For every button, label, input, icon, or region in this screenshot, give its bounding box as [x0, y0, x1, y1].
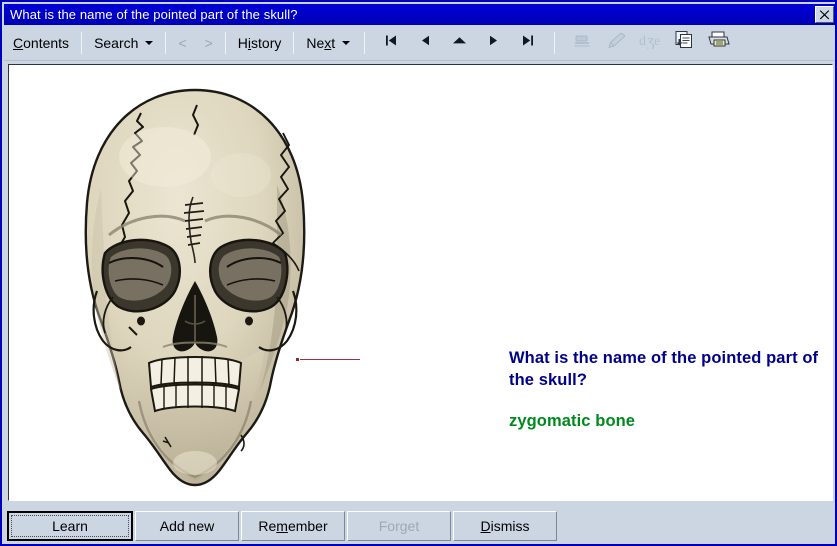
toolbar-button-next-page[interactable]	[476, 29, 510, 57]
forget-button[interactable]: Forget	[347, 510, 451, 541]
dze-text-icon: d Ʒ e	[639, 31, 663, 54]
toolbar-separator	[364, 31, 366, 54]
svg-text:d: d	[639, 34, 646, 49]
forget-button-label: Forget	[378, 517, 420, 534]
learn-button[interactable]: Learn	[7, 510, 133, 541]
forward-arrow-icon: >	[204, 34, 213, 51]
toolbar-button-back[interactable]: <	[169, 30, 195, 56]
toolbar-button-forward[interactable]: >	[196, 30, 222, 56]
toolbar-button-search-label: Search	[94, 34, 139, 51]
question-answer-block: What is the name of the pointed part of …	[509, 348, 819, 433]
toolbar-separator	[293, 31, 295, 54]
toolbar-separator	[81, 31, 83, 54]
pointer-line-stroke	[300, 359, 360, 360]
toolbar-button-dze[interactable]: d Ʒ e	[634, 29, 668, 57]
pointer-leader-line	[296, 358, 360, 361]
toolbar-button-search[interactable]: Search	[85, 30, 162, 56]
toolbar-button-first-page[interactable]	[374, 29, 408, 57]
skull-illustration	[45, 85, 345, 490]
toolbar-button-last-page[interactable]	[510, 29, 544, 57]
bottom-button-bar: Learn Add new Remember Forget Dismiss	[4, 505, 835, 544]
copy-icon	[674, 30, 696, 55]
add-new-button-label: Add new	[159, 517, 215, 534]
toolbar-separator	[165, 31, 167, 54]
up-page-icon	[451, 33, 468, 53]
toolbar-separator	[554, 31, 556, 54]
application-window: What is the name of the pointed part of …	[0, 0, 837, 546]
toolbar: Contents Search < > Hi story Next d Ʒ e	[4, 25, 835, 61]
toolbar-button-pen[interactable]	[600, 29, 634, 57]
answer-text: zygomatic bone	[509, 411, 636, 430]
toolbar-button-history[interactable]: Hi story	[229, 30, 291, 56]
previous-page-icon	[418, 33, 433, 53]
add-new-button[interactable]: Add new	[135, 510, 239, 541]
question-text: What is the name of the pointed part of …	[509, 349, 819, 389]
remember-button[interactable]: Remember	[241, 510, 345, 541]
focus-ring	[11, 514, 129, 537]
toolbar-button-contents[interactable]: Contents	[4, 30, 78, 56]
title-bar[interactable]: What is the name of the pointed part of …	[4, 4, 835, 25]
toolbar-button-previous-page[interactable]	[408, 29, 442, 57]
chevron-down-icon	[145, 40, 154, 45]
document-content-area[interactable]: What is the name of the pointed part of …	[8, 64, 833, 501]
toolbar-button-copy[interactable]	[668, 29, 702, 57]
first-page-icon	[384, 33, 399, 53]
toolbar-button-highlighter[interactable]	[566, 29, 600, 57]
last-page-icon	[520, 33, 535, 53]
remember-button-label: Remember	[258, 517, 328, 534]
window-title: What is the name of the pointed part of …	[10, 7, 298, 22]
chevron-down-icon	[342, 40, 351, 45]
back-arrow-icon: <	[178, 34, 187, 51]
dismiss-button[interactable]: Dismiss	[453, 510, 557, 541]
print-icon	[707, 30, 731, 55]
toolbar-button-next[interactable]: Next	[297, 30, 359, 56]
toolbar-button-up-page[interactable]	[442, 29, 476, 57]
toolbar-button-next-label: Next	[306, 34, 336, 51]
close-icon	[819, 9, 830, 20]
pen-icon	[607, 31, 627, 54]
pointer-dot	[296, 358, 299, 361]
next-page-icon	[486, 33, 501, 53]
dismiss-button-label: Dismiss	[480, 517, 530, 534]
toolbar-button-print[interactable]	[702, 29, 736, 57]
highlighter-icon	[573, 31, 593, 54]
close-button[interactable]	[815, 6, 834, 23]
svg-text:e: e	[654, 34, 660, 49]
toolbar-separator	[224, 31, 226, 54]
